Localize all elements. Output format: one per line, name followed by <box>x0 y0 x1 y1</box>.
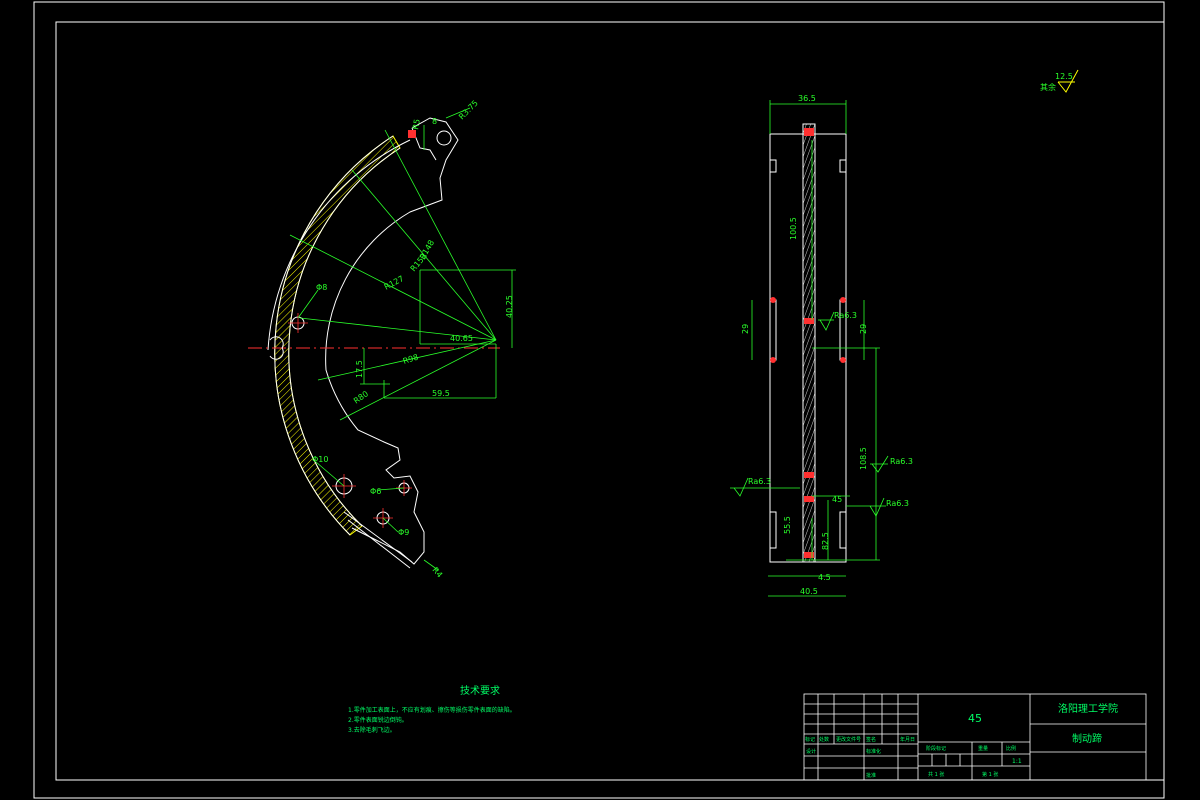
dim-100-5: 100.5 <box>789 217 798 240</box>
brake-shoe-side-view: 36.5 100.5 29 29 108.5 45 55.5 82.5 4.5 … <box>730 94 913 597</box>
cell-sheets-total: 共 1 张 <box>928 771 944 778</box>
dim-29-right: 29 <box>859 324 868 334</box>
tech-req-title: 技术要求 <box>460 684 500 697</box>
part-name: 制动蹄 <box>1072 732 1102 745</box>
cell-standard: 标准化 <box>866 748 881 755</box>
dim-55-5: 55.5 <box>783 516 792 534</box>
dim-phi9: Φ9 <box>398 528 409 537</box>
school-name: 洛阳理工学院 <box>1058 702 1118 715</box>
cell-date: 年月日 <box>900 736 915 743</box>
dim-r-top: R3.75 <box>457 99 480 122</box>
title-block-text: 45 洛阳理工学院 制动蹄 1:1 标记 处数 更改文件号 签名 年月日 设计 … <box>805 702 1118 779</box>
cad-drawing-canvas: 12.5 其余 R3.75 R5 8 R148 R152 R127 Φ8 40.… <box>33 1 1165 799</box>
tech-req-item-3: 3.去除毛刺飞边。 <box>348 726 396 734</box>
scale-value: 1:1 <box>1012 758 1022 765</box>
dim-45: 45 <box>832 495 842 504</box>
tech-req-item-2: 2.零件表面锐边倒钝。 <box>348 716 408 724</box>
dim-r98: R98 <box>402 352 420 365</box>
tech-req-item-1: 1.零件加工表面上，不应有划痕、擦伤等损伤零件表面的缺陷。 <box>348 706 516 714</box>
brake-shoe-front-view: R3.75 R5 8 R148 R152 R127 Φ8 40.65 40.25… <box>248 99 516 580</box>
dim-r5: R5 <box>411 118 422 130</box>
cell-scale: 比例 <box>1006 745 1016 752</box>
cell-zone-change: 更改文件号 <box>836 736 861 743</box>
roughness-1: Ra6.3 <box>834 311 857 320</box>
roughness-3: Ra6.3 <box>886 499 909 508</box>
roughness-2: Ra6.3 <box>890 457 913 466</box>
surface-finish-note: 其余 <box>1040 82 1056 92</box>
dim-40-5: 40.5 <box>800 587 818 596</box>
cell-count: 处数 <box>819 736 829 743</box>
surface-finish-symbol: 12.5 其余 <box>1040 69 1079 93</box>
dim-40-65: 40.65 <box>450 334 473 343</box>
dim-r127: R127 <box>383 274 406 292</box>
material-label: 45 <box>968 712 982 725</box>
dim-40-25: 40.25 <box>505 295 514 318</box>
friction-lining <box>274 135 401 536</box>
dim-phi6: Φ6 <box>370 487 381 496</box>
dim-8: 8 <box>432 117 437 126</box>
inner-frame-border <box>55 21 1165 781</box>
cell-weight: 重量 <box>978 745 988 752</box>
surface-finish-value: 12.5 <box>1055 72 1073 81</box>
cell-stage-mark: 阶段标记 <box>926 745 946 752</box>
technical-requirements: 技术要求 1.零件加工表面上，不应有划痕、擦伤等损伤零件表面的缺陷。 2.零件表… <box>348 684 516 734</box>
dim-29-left: 29 <box>741 324 750 334</box>
dim-59-5: 59.5 <box>432 389 450 398</box>
cell-design: 设计 <box>806 748 816 755</box>
cell-signature: 签名 <box>866 736 876 743</box>
dim-17-5: 17.5 <box>355 360 364 378</box>
cell-mark: 标记 <box>805 736 815 743</box>
dim-phi10: Φ10 <box>312 455 328 464</box>
cell-approve: 批准 <box>866 772 876 779</box>
cell-sheet-no: 第 1 张 <box>982 771 998 778</box>
dim-82-5: 82.5 <box>821 532 830 550</box>
roughness-4: Ra6.3 <box>748 477 771 486</box>
dim-r80: R80 <box>352 389 370 405</box>
dim-108-5: 108.5 <box>859 447 868 470</box>
dim-4-5: 4.5 <box>818 573 831 582</box>
dim-36-5: 36.5 <box>798 94 816 103</box>
top-pivot-hole <box>436 130 452 146</box>
dim-phi8: Φ8 <box>316 283 327 292</box>
outer-sheet-border <box>33 1 1165 799</box>
dim-r4: R4 <box>430 566 444 580</box>
